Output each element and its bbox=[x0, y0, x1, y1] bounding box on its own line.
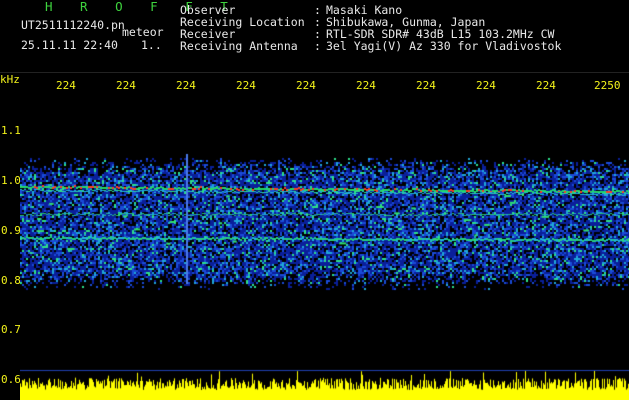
meteor-label: meteor bbox=[122, 25, 164, 39]
info-value: 3el Yagi(V) Az 330 for Vladivostok bbox=[326, 39, 562, 53]
frequency-unit-label: kHz bbox=[0, 73, 20, 86]
freq-tick-label: 0.8 bbox=[1, 274, 21, 287]
time-tick-label: 224 bbox=[236, 79, 256, 92]
info-separator: : bbox=[314, 39, 321, 53]
freq-tick-label: 1.0 bbox=[1, 174, 21, 187]
time-tick-label: 224 bbox=[536, 79, 556, 92]
freq-tick-label: 1.1 bbox=[1, 124, 21, 137]
time-tick-label: 224 bbox=[176, 79, 196, 92]
date-time: 25.11.11 22:40 bbox=[21, 38, 118, 52]
freq-tick-label: 0.7 bbox=[1, 323, 21, 336]
file-name: UT2511112240.pn bbox=[21, 18, 125, 32]
time-tick-label: 224 bbox=[356, 79, 376, 92]
freq-tick-label: 0.9 bbox=[1, 224, 21, 237]
time-tick-label: 2250 bbox=[594, 79, 621, 92]
time-tick-label: 224 bbox=[296, 79, 316, 92]
time-tick-label: 224 bbox=[116, 79, 136, 92]
time-tick-label: 224 bbox=[416, 79, 436, 92]
info-label: Receiving Antenna bbox=[180, 39, 298, 53]
frame-count: 1.. bbox=[141, 38, 162, 52]
time-tick-label: 224 bbox=[56, 79, 76, 92]
time-tick-label: 224 bbox=[476, 79, 496, 92]
axis-divider bbox=[0, 72, 629, 73]
freq-tick-label: 0.6 bbox=[1, 373, 21, 386]
spectrogram-canvas bbox=[20, 94, 629, 400]
